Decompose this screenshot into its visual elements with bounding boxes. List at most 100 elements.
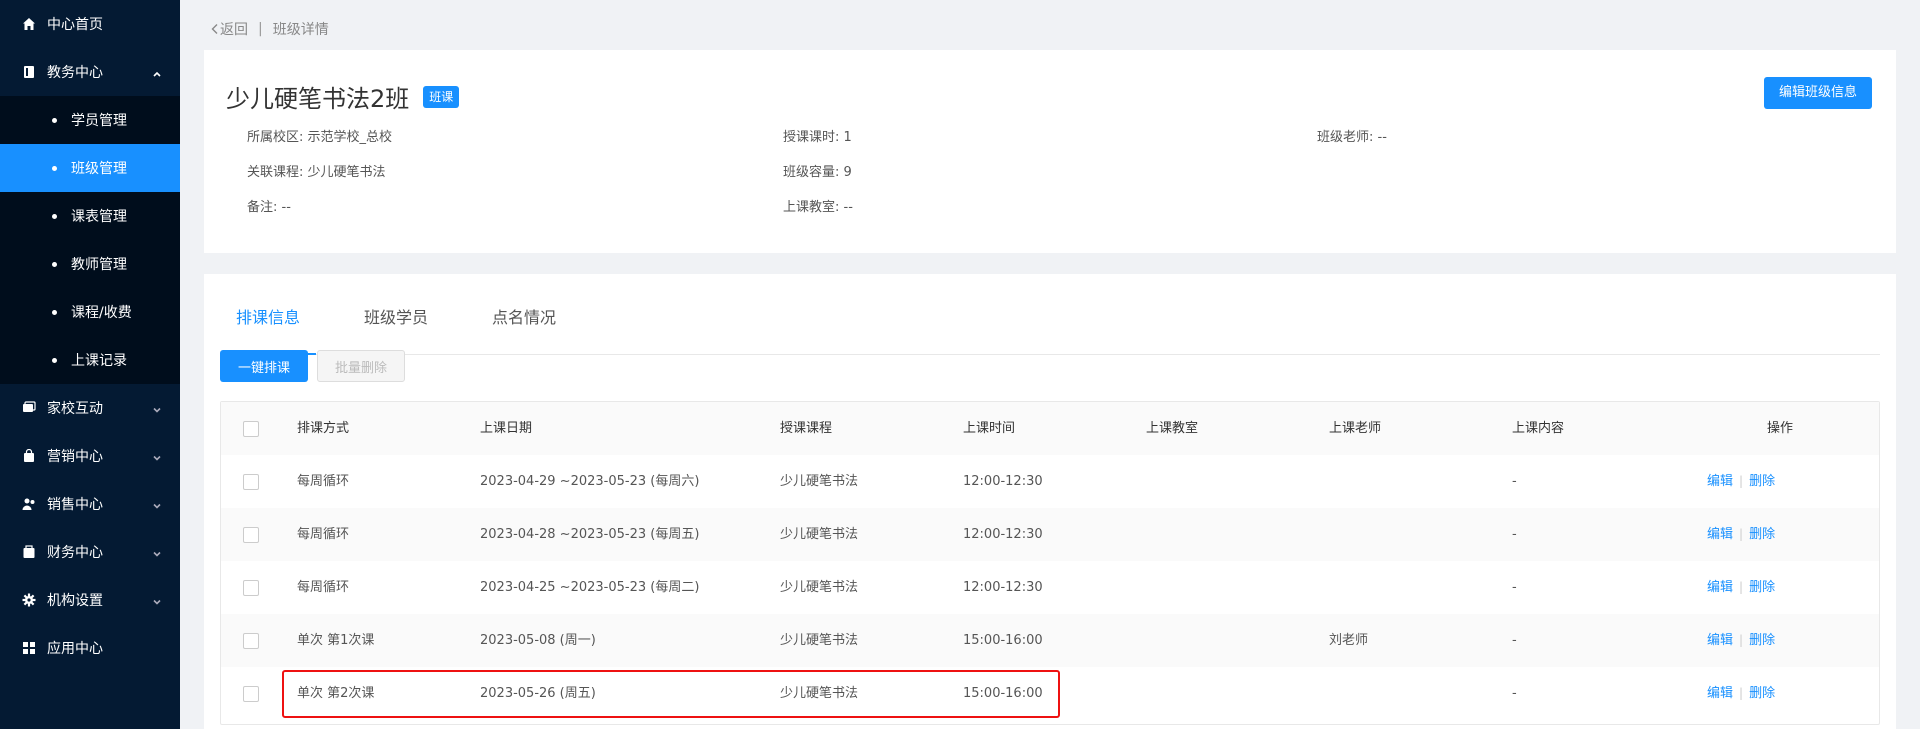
delete-link[interactable]: 删除: [1749, 508, 1775, 561]
row-actions: 编辑 | 删除: [1707, 667, 1775, 720]
bullet-icon: [52, 261, 57, 267]
tab-attendance[interactable]: 点名情况: [476, 296, 572, 355]
edit-link[interactable]: 编辑: [1707, 508, 1733, 561]
edit-link[interactable]: 编辑: [1707, 561, 1733, 614]
sidebar-item-home[interactable]: 中心首页: [0, 0, 180, 48]
table-cell: -: [1512, 633, 1517, 648]
sidebar-item-schedule[interactable]: 课表管理: [0, 192, 180, 240]
sidebar-item-label: 中心首页: [47, 17, 103, 33]
table-cell: 少儿硬笔书法: [780, 686, 859, 701]
breadcrumb-current: 班级详情: [272, 22, 329, 38]
sidebar-item-sales[interactable]: 销售中心: [0, 480, 180, 528]
table-cell: 少儿硬笔书法: [780, 527, 859, 542]
note-info: 备注: --: [247, 200, 291, 215]
bullet-icon: [52, 117, 57, 123]
sidebar-item-academic[interactable]: 教务中心: [0, 48, 180, 96]
academic-submenu: 学员管理 班级管理 课表管理 教师管理 课程/收费 上课记录: [0, 96, 180, 384]
table-row: 每周循环 2023-04-29 ~2023-05-23 (每周六) 少儿硬笔书法…: [221, 455, 1879, 508]
hours-info: 授课课时: 1: [783, 130, 852, 145]
sidebar-item-classes[interactable]: 班级管理: [0, 144, 180, 192]
sidebar-item-label: 家校互动: [47, 401, 103, 417]
row-checkbox[interactable]: [243, 686, 259, 702]
user-group-icon: [22, 497, 36, 511]
column-header: 上课日期: [480, 421, 533, 436]
edit-link[interactable]: 编辑: [1707, 614, 1733, 667]
chevron-down-icon: [152, 403, 162, 413]
tab-class-students[interactable]: 班级学员: [348, 296, 444, 355]
column-header: 授课课程: [780, 421, 833, 436]
sidebar: 中心首页 教务中心 学员管理 班级管理 课表管理 教师管理 课程/收费 上课记录…: [0, 0, 180, 729]
breadcrumb-separator: |: [258, 21, 263, 37]
column-header: 上课时间: [963, 421, 1016, 436]
chevron-down-icon: [152, 451, 162, 461]
table-cell: -: [1512, 580, 1517, 595]
table-cell: 单次 第2次课: [297, 686, 375, 701]
sidebar-item-label: 应用中心: [47, 641, 103, 657]
select-all-checkbox[interactable]: [243, 421, 259, 437]
sidebar-item-settings[interactable]: 机构设置: [0, 576, 180, 624]
sidebar-item-home-school[interactable]: 家校互动: [0, 384, 180, 432]
column-header: 上课老师: [1329, 421, 1382, 436]
chevron-left-icon: [211, 24, 218, 34]
campus-info: 所属校区: 示范学校_总校: [247, 130, 393, 145]
back-link[interactable]: 返回: [210, 19, 248, 39]
row-actions: 编辑 | 删除: [1707, 455, 1775, 508]
auto-schedule-button[interactable]: 一键排课: [220, 350, 308, 382]
sidebar-item-records[interactable]: 上课记录: [0, 336, 180, 384]
delete-link[interactable]: 删除: [1749, 455, 1775, 508]
edit-link[interactable]: 编辑: [1707, 667, 1733, 720]
row-checkbox[interactable]: [243, 633, 259, 649]
table-cell: 2023-04-28 ~2023-05-23 (每周五): [480, 527, 700, 542]
sidebar-item-courses[interactable]: 课程/收费: [0, 288, 180, 336]
classroom-info: 上课教室: --: [783, 200, 853, 215]
class-type-badge: 班课: [423, 85, 460, 108]
row-checkbox[interactable]: [243, 474, 259, 490]
sidebar-item-apps[interactable]: 应用中心: [0, 624, 180, 672]
gear-icon: [22, 593, 36, 607]
column-header: 操作: [1767, 421, 1794, 436]
divider: |: [1739, 686, 1744, 700]
edit-link[interactable]: 编辑: [1707, 455, 1733, 508]
table-cell: 每周循环: [297, 580, 350, 595]
table-cell: 少儿硬笔书法: [780, 633, 859, 648]
edit-class-button[interactable]: 编辑班级信息: [1763, 77, 1872, 109]
delete-link[interactable]: 删除: [1749, 561, 1775, 614]
class-info-card: 少儿硬笔书法2班 班课 编辑班级信息 所属校区: 示范学校_总校 授课课时: 1…: [204, 50, 1896, 253]
chat-icon: [22, 401, 36, 415]
tab-schedule-info[interactable]: 排课信息: [220, 296, 316, 355]
table-cell: 单次 第1次课: [297, 633, 375, 648]
sidebar-item-label: 财务中心: [47, 545, 103, 561]
table-cell: -: [1512, 474, 1517, 489]
table-cell: 15:00-16:00: [963, 633, 1043, 648]
sidebar-item-label: 课表管理: [71, 209, 127, 225]
table-cell: 2023-04-29 ~2023-05-23 (每周六): [480, 474, 700, 489]
home-icon: [22, 17, 36, 31]
bullet-icon: [52, 213, 57, 219]
sidebar-item-students[interactable]: 学员管理: [0, 96, 180, 144]
sidebar-item-label: 课程/收费: [71, 305, 132, 321]
sidebar-item-marketing[interactable]: 营销中心: [0, 432, 180, 480]
bullet-icon: [52, 165, 57, 171]
divider: |: [1739, 474, 1744, 488]
table-cell: 12:00-12:30: [963, 527, 1043, 542]
sidebar-item-label: 学员管理: [71, 113, 127, 129]
delete-link[interactable]: 删除: [1749, 614, 1775, 667]
sidebar-item-label: 机构设置: [47, 593, 103, 609]
sidebar-item-label: 销售中心: [47, 497, 103, 513]
table-cell: -: [1512, 527, 1517, 542]
sidebar-item-finance[interactable]: 财务中心: [0, 528, 180, 576]
table-cell: 少儿硬笔书法: [780, 580, 859, 595]
column-header: 排课方式: [297, 421, 350, 436]
table-cell: 少儿硬笔书法: [780, 474, 859, 489]
sidebar-item-label: 教务中心: [47, 65, 103, 81]
sidebar-item-teachers[interactable]: 教师管理: [0, 240, 180, 288]
delete-link[interactable]: 删除: [1749, 667, 1775, 720]
table-cell: 12:00-12:30: [963, 474, 1043, 489]
table-cell: 2023-04-25 ~2023-05-23 (每周二): [480, 580, 700, 595]
page-title: 少儿硬笔书法2班 班课: [226, 79, 460, 114]
row-checkbox[interactable]: [243, 580, 259, 596]
sidebar-item-label: 营销中心: [47, 449, 103, 465]
table-cell: 每周循环: [297, 474, 350, 489]
row-checkbox[interactable]: [243, 527, 259, 543]
table-cell: 刘老师: [1329, 633, 1369, 648]
